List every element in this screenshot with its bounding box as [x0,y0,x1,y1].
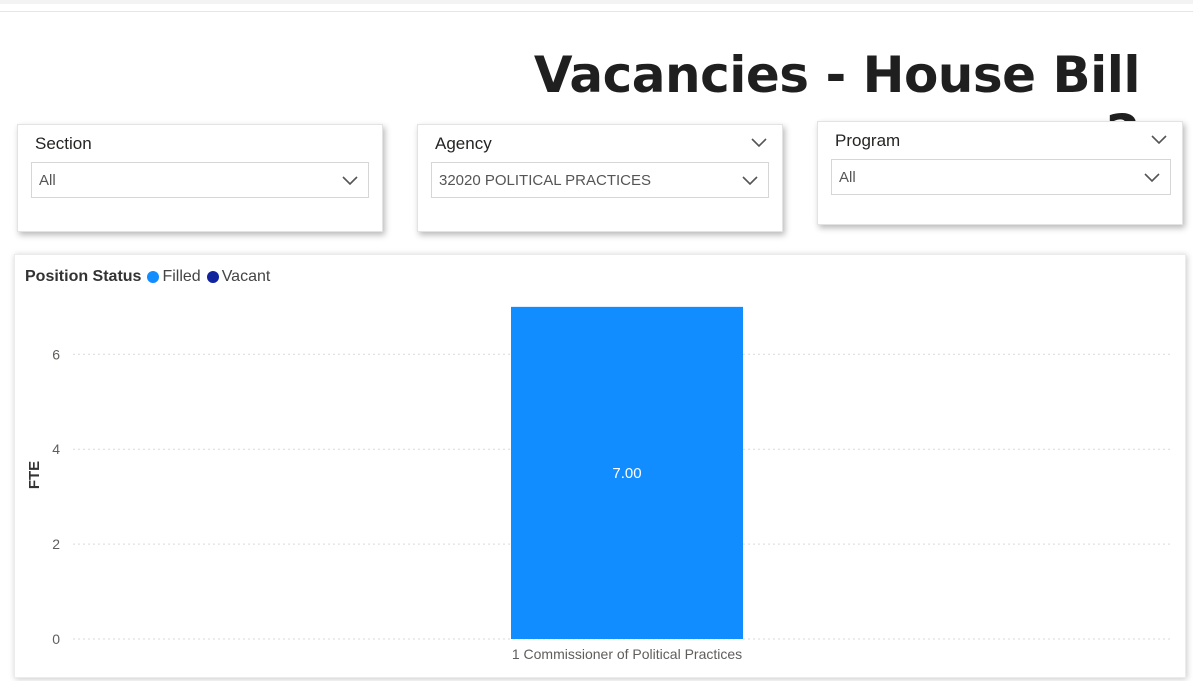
section-dropdown-value: All [39,172,56,189]
y-tick-label: 0 [52,631,60,647]
fte-bar-chart-card: Position Status Filled Vacant 0 2 4 6 FTE 7.0… [14,254,1186,678]
program-slicer: Program All [817,121,1183,225]
y-axis-title: FTE [26,461,43,489]
x-category-label: 1 Commissioner of Political Practices [512,646,742,662]
top-strip [0,0,1193,12]
section-slicer-label: Section [35,134,92,153]
bar-data-label: 7.00 [612,465,641,482]
agency-dropdown[interactable]: 32020 POLITICAL PRACTICES [431,162,769,198]
chevron-down-icon[interactable] [750,135,768,149]
y-tick-label: 2 [52,536,60,552]
y-tick-label: 4 [52,441,60,457]
program-dropdown-value: All [839,169,856,186]
bar-chart-plot: 0 2 4 6 FTE 7.00 1 Commissioner of Political P… [26,306,1173,662]
chevron-down-icon[interactable] [1143,170,1161,184]
section-dropdown[interactable]: All [31,162,369,198]
chevron-down-icon[interactable] [341,173,359,187]
agency-slicer-label: Agency [435,134,492,153]
chevron-down-icon[interactable] [1150,132,1168,146]
program-slicer-label: Program [835,131,901,150]
section-slicer: Section All [17,124,383,232]
agency-dropdown-value: 32020 POLITICAL PRACTICES [439,172,652,189]
chevron-down-icon[interactable] [741,173,759,187]
y-tick-label: 6 [52,346,60,362]
program-dropdown[interactable]: All [831,159,1171,195]
agency-slicer: Agency 32020 POLITICAL PRACTICES [417,124,783,232]
